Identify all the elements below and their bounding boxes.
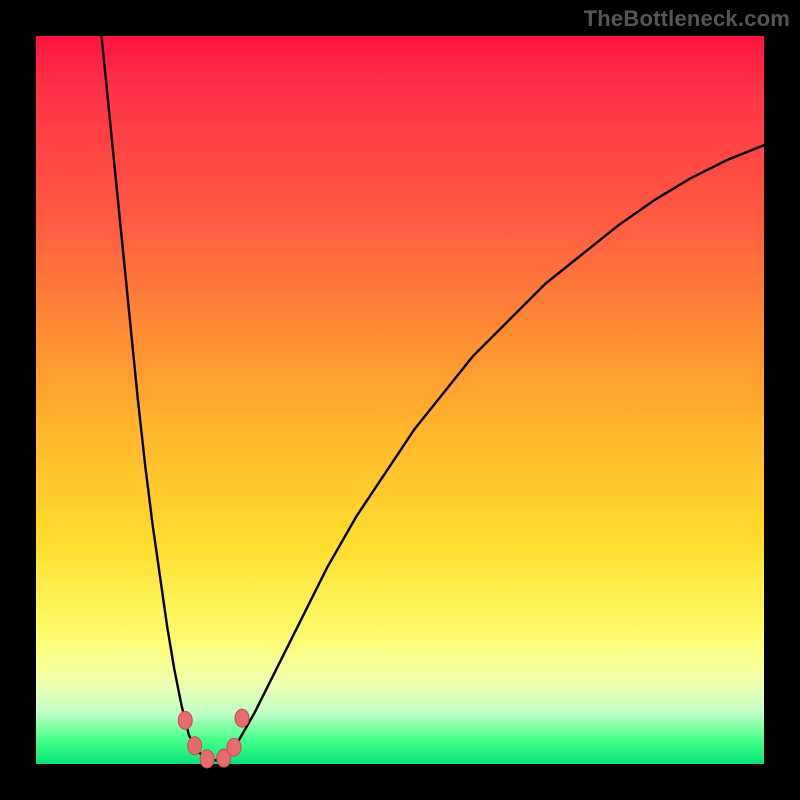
curve-marker	[227, 738, 241, 756]
curve-marker	[178, 711, 192, 729]
bottleneck-curve	[102, 36, 764, 760]
curve-marker	[200, 750, 214, 768]
watermark-text: TheBottleneck.com	[584, 6, 790, 32]
chart-frame: TheBottleneck.com	[0, 0, 800, 800]
curve-svg	[36, 36, 764, 764]
curve-marker	[235, 709, 249, 727]
curve-marker	[188, 737, 202, 755]
plot-area	[36, 36, 764, 764]
